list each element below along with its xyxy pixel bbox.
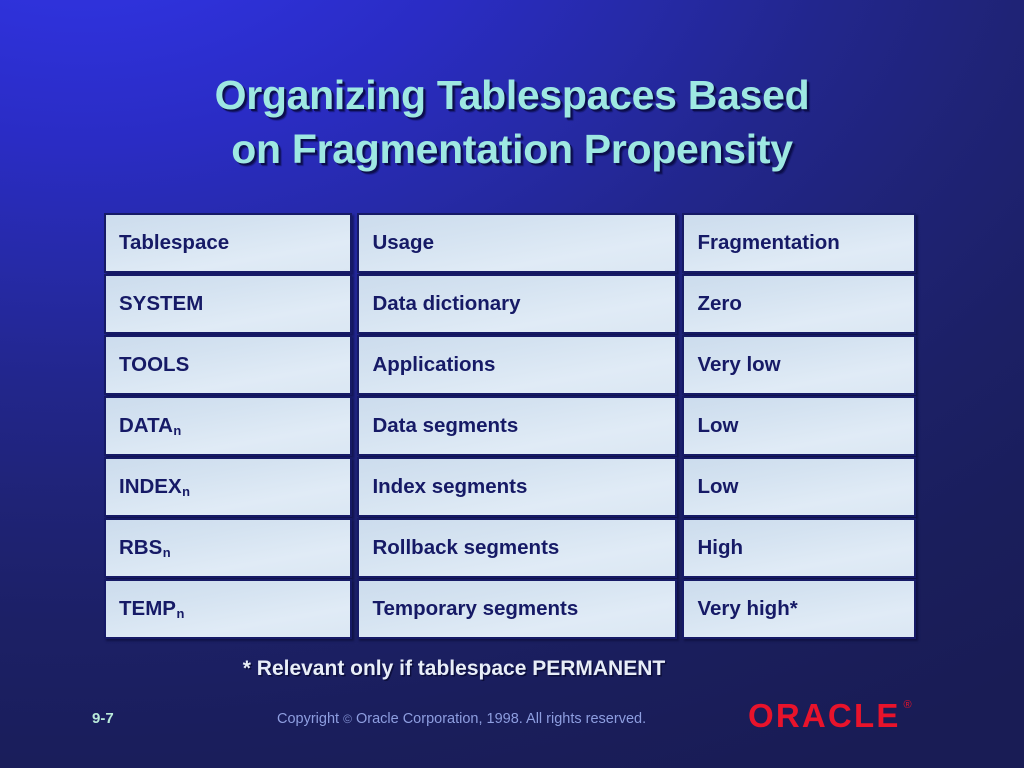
cell-fragmentation: High (682, 518, 916, 578)
copyright-notice: Copyright © Oracle Corporation, 1998. Al… (277, 711, 646, 727)
table-row: RBS n Rollback segments High (104, 518, 916, 578)
page-title-line-1: Organizing Tablespaces Based (214, 72, 810, 118)
cell-usage: Index segments (357, 457, 678, 517)
cell-tablespace-name: SYSTEM (119, 292, 204, 315)
cell-fragmentation: Zero (682, 274, 916, 334)
cell-fragmentation: Very high* (682, 579, 916, 639)
cell-tablespace-name: RBS (119, 536, 163, 559)
copyright-prefix: Copyright (277, 711, 340, 727)
cell-usage: Applications (357, 335, 678, 395)
table-row: TEMP n Temporary segments Very high* (104, 579, 916, 639)
copyright-icon: © (343, 712, 352, 726)
copyright-suffix: Oracle Corporation, 1998. All rights res… (355, 711, 647, 727)
cell-tablespace: DATA n (104, 396, 353, 456)
table-row: DATA n Data segments Low (104, 396, 916, 456)
cell-usage: Rollback segments (357, 518, 678, 578)
oracle-wordmark: ORACLE (748, 697, 901, 734)
cell-usage: Data dictionary (357, 274, 678, 334)
table-row: TOOLS Applications Very low (104, 335, 916, 395)
table-header-row: Tablespace Usage Fragmentation (104, 213, 916, 273)
page-number: 9-7 (92, 710, 114, 727)
slide-canvas: Organizing Tablespaces Based on Fragment… (0, 0, 1024, 768)
column-header-usage: Usage (357, 213, 678, 273)
table-row: INDEX n Index segments Low (104, 457, 916, 517)
cell-tablespace-subscript: n (162, 544, 171, 560)
cell-fragmentation: Low (682, 457, 916, 517)
cell-tablespace-subscript: n (182, 483, 191, 499)
cell-tablespace-subscript: n (176, 605, 185, 621)
cell-fragmentation: Low (682, 396, 916, 456)
table-row: SYSTEM Data dictionary Zero (104, 274, 916, 334)
registered-trademark-icon: ® (903, 699, 912, 711)
column-header-tablespace: Tablespace (104, 213, 353, 273)
cell-tablespace-subscript: n (173, 422, 182, 438)
footnote: * Relevant only if tablespace PERMANENT (242, 657, 666, 680)
oracle-logo: ORACLE ® (748, 699, 912, 732)
cell-tablespace-name: INDEX (119, 475, 182, 498)
cell-tablespace: RBS n (104, 518, 353, 578)
cell-tablespace-name: TEMP (119, 597, 176, 620)
cell-tablespace: TOOLS (104, 335, 353, 395)
cell-usage: Data segments (357, 396, 678, 456)
fragmentation-table: Tablespace Usage Fragmentation SYSTEM Da… (104, 213, 916, 640)
page-title-line-2: on Fragmentation Propensity (231, 126, 793, 173)
page-title: Organizing Tablespaces Based on Fragment… (0, 68, 1024, 176)
column-header-fragmentation: Fragmentation (682, 213, 916, 273)
cell-tablespace: TEMP n (104, 579, 353, 639)
cell-tablespace-name: DATA (119, 414, 173, 437)
cell-tablespace: INDEX n (104, 457, 353, 517)
cell-usage: Temporary segments (357, 579, 678, 639)
cell-tablespace: SYSTEM (104, 274, 353, 334)
cell-fragmentation: Very low (682, 335, 916, 395)
cell-tablespace-name: TOOLS (119, 353, 190, 376)
